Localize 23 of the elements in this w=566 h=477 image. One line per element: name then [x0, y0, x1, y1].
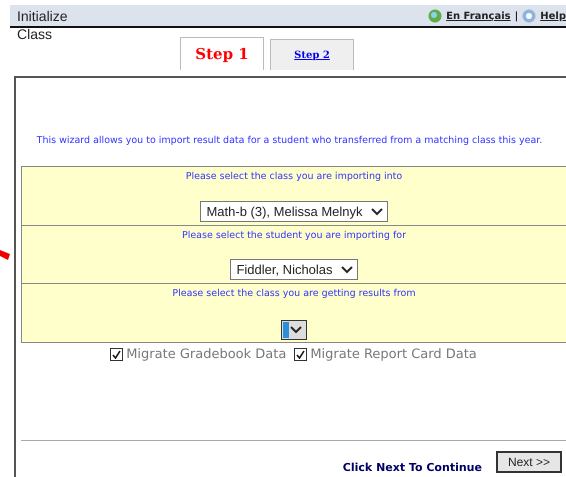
- select-label: Please select the class you are getting results from: [172, 288, 416, 299]
- chevron-down-icon: [340, 266, 353, 274]
- chevron-down-icon: [290, 326, 302, 334]
- checkbox-label: Migrate Gradebook Data: [126, 347, 286, 362]
- header-link[interactable]: Help: [540, 10, 566, 22]
- header-link[interactable]: En Français: [446, 10, 511, 22]
- checkbox-label: Migrate Report Card Data: [310, 347, 477, 362]
- step-tab[interactable]: Step 2: [270, 39, 354, 70]
- page-title: Initialize Class: [16, 7, 69, 43]
- link-separator: |: [514, 10, 518, 22]
- arrow-mark: [0, 250, 10, 262]
- continue-hint: Click Next To Continue: [342, 461, 482, 474]
- dropdown[interactable]: Fiddler, Nicholas: [230, 259, 358, 280]
- checkbox[interactable]: [294, 348, 308, 361]
- chevron-down-icon: [370, 208, 383, 216]
- next-button[interactable]: Next >>: [496, 451, 562, 473]
- dropdown[interactable]: [281, 320, 307, 340]
- checkbox[interactable]: [110, 348, 124, 361]
- intro-text: This wizard allows you to import result data for a student who transferred from a matching class this year.: [36, 134, 544, 148]
- step-tab[interactable]: Step 1: [180, 37, 264, 70]
- dropdown[interactable]: Math-b (3), Melissa Melnyk: [200, 201, 388, 222]
- select-label: Please select the student you are importing for: [182, 230, 406, 241]
- select-label: Please select the class you are importing into: [186, 171, 402, 182]
